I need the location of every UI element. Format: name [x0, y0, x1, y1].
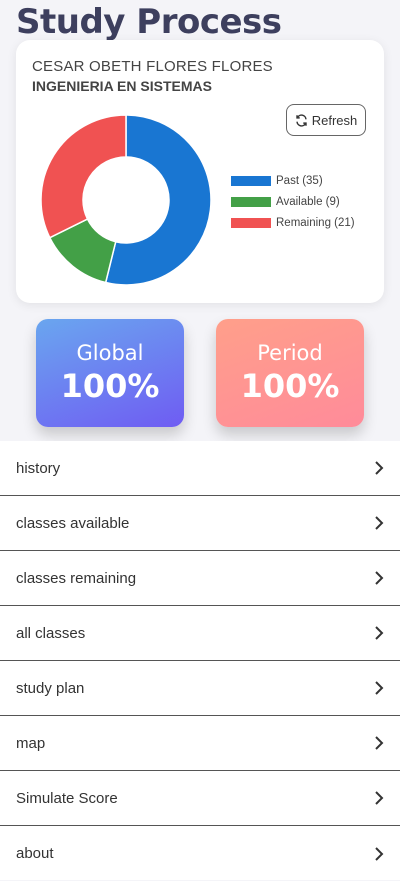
- career-name: INGENIERIA EN SISTEMAS: [32, 78, 212, 94]
- refresh-label: Refresh: [311, 112, 358, 128]
- global-stat-card: Global 100%: [36, 319, 184, 427]
- chevron-right-icon: [375, 571, 384, 585]
- legend-item: Past (35): [231, 170, 355, 191]
- chevron-right-icon: [375, 736, 384, 750]
- donut-chart: [40, 114, 212, 286]
- menu-item-label: all classes: [16, 624, 86, 642]
- period-label: Period: [257, 341, 323, 365]
- menu-item-label: study plan: [16, 679, 85, 697]
- menu-item-label: about: [16, 845, 54, 862]
- menu-item[interactable]: all classes: [0, 606, 400, 661]
- menu-item[interactable]: map: [0, 716, 400, 771]
- donut-slice: [40, 114, 127, 239]
- menu-item[interactable]: study plan: [0, 661, 400, 716]
- student-summary-card: CESAR OBETH FLORES FLORES INGENIERIA EN …: [16, 40, 384, 303]
- navigation-menu: history classes available classes remainin…: [0, 441, 400, 880]
- page-title: Study Process: [16, 2, 282, 42]
- period-value: 100%: [240, 367, 340, 405]
- legend-item: Available (9): [231, 191, 355, 212]
- legend-label: Remaining (21): [276, 216, 355, 229]
- global-label: Global: [76, 341, 144, 365]
- chevron-right-icon: [375, 681, 384, 695]
- chevron-right-icon: [375, 516, 384, 530]
- refresh-button[interactable]: Refresh: [286, 104, 366, 136]
- menu-item[interactable]: about: [0, 826, 400, 881]
- menu-item[interactable]: Simulate Score: [0, 771, 400, 826]
- refresh-icon: [296, 113, 307, 127]
- chevron-right-icon: [375, 846, 384, 861]
- chevron-right-icon: [375, 791, 384, 805]
- legend-item: Remaining (21): [231, 212, 355, 233]
- chevron-right-icon: [375, 626, 384, 640]
- legend-label: Past (35): [276, 174, 323, 187]
- global-value: 100%: [60, 367, 160, 405]
- menu-item[interactable]: classes available: [0, 496, 400, 551]
- menu-item-label: classes remaining: [16, 569, 137, 587]
- legend-swatch: [231, 196, 271, 207]
- legend-swatch: [231, 175, 271, 186]
- student-name: CESAR OBETH FLORES FLORES: [32, 58, 273, 75]
- menu-item[interactable]: history: [0, 441, 400, 496]
- menu-item-label: Simulate Score: [16, 789, 118, 807]
- menu-item-label: map: [16, 734, 46, 752]
- period-stat-card: Period 100%: [216, 319, 364, 427]
- menu-item-label: history: [16, 459, 61, 477]
- chart-legend: Past (35) Available (9) Remaining (21): [231, 170, 355, 233]
- chevron-right-icon: [375, 461, 384, 475]
- menu-item[interactable]: classes remaining: [0, 551, 400, 606]
- menu-item-label: classes available: [16, 514, 130, 532]
- legend-label: Available (9): [276, 195, 340, 208]
- legend-swatch: [231, 217, 271, 228]
